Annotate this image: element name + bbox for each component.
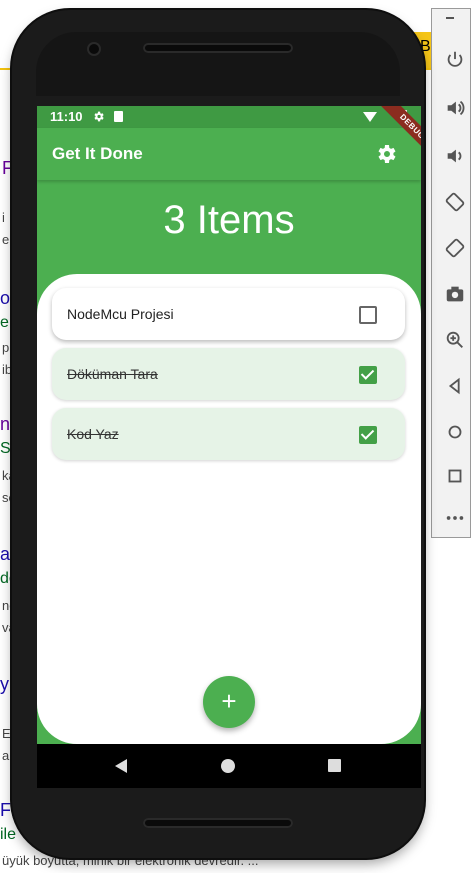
todo-item[interactable]: Kod Yaz xyxy=(52,408,405,460)
nav-home-icon[interactable] xyxy=(221,759,235,773)
phone-bezel-top xyxy=(36,32,400,96)
volume-down-icon[interactable] xyxy=(442,145,468,171)
bg-fragment: ile xyxy=(0,826,17,843)
add-item-button[interactable]: + xyxy=(203,676,255,728)
overview-icon[interactable] xyxy=(442,465,468,491)
nav-back-icon[interactable] xyxy=(115,759,127,773)
todo-list-panel: NodeMcu Projesi Döküman Tara Kod Yaz xyxy=(37,274,421,744)
todo-item[interactable]: Döküman Tara xyxy=(52,348,405,400)
plus-icon: + xyxy=(221,686,237,716)
bg-fragment: a xyxy=(0,544,11,564)
todo-checkbox-checked[interactable] xyxy=(359,366,377,384)
home-icon[interactable] xyxy=(442,421,468,447)
front-camera xyxy=(89,44,99,54)
settings-gear-icon[interactable] xyxy=(374,142,398,166)
volume-up-icon[interactable] xyxy=(442,97,468,123)
bg-fragment: e xyxy=(0,314,9,331)
zoom-icon[interactable] xyxy=(442,329,468,355)
todo-checkbox-checked[interactable] xyxy=(359,426,377,444)
item-count-heading: 3 Items xyxy=(163,198,295,242)
nav-recents-icon[interactable] xyxy=(328,759,341,772)
todo-item-label: Kod Yaz xyxy=(67,426,119,442)
status-bar: 11:10 xyxy=(37,106,421,128)
status-time: 11:10 xyxy=(50,109,83,124)
todo-item-label: NodeMcu Projesi xyxy=(67,306,174,322)
earpiece-speaker xyxy=(143,43,293,53)
phone-frame: 11:10 Get It Done DEBUG 3 Items NodeMcu … xyxy=(12,10,424,858)
sd-card-icon xyxy=(114,111,123,122)
bg-fragment: e xyxy=(2,232,10,247)
bottom-speaker xyxy=(143,818,293,828)
bg-fragment: ib xyxy=(2,362,13,377)
bg-fragment: E xyxy=(2,726,11,741)
power-icon[interactable] xyxy=(442,49,468,75)
status-gear-icon xyxy=(92,108,105,126)
app-bar: Get It Done xyxy=(37,128,421,180)
phone-screen: 11:10 Get It Done DEBUG 3 Items NodeMcu … xyxy=(37,106,421,788)
bg-fragment: i xyxy=(2,210,5,225)
bg-fragment: p xyxy=(2,340,10,355)
bg-fragment: n xyxy=(0,414,11,434)
android-nav-bar xyxy=(37,744,421,788)
todo-item[interactable]: NodeMcu Projesi xyxy=(52,288,405,340)
rotate-left-icon[interactable] xyxy=(442,191,468,217)
emulator-toolbar xyxy=(431,8,471,538)
todo-checkbox-unchecked[interactable] xyxy=(359,306,377,324)
rotate-right-icon[interactable] xyxy=(442,237,468,263)
todo-item-label: Döküman Tara xyxy=(67,366,158,382)
wifi-icon xyxy=(363,112,377,122)
bg-fragment: y xyxy=(0,674,9,694)
back-icon[interactable] xyxy=(442,375,468,401)
minimize-icon[interactable] xyxy=(446,17,454,19)
more-icon[interactable] xyxy=(442,507,468,533)
app-title: Get It Done xyxy=(52,144,143,163)
camera-icon[interactable] xyxy=(442,283,468,309)
